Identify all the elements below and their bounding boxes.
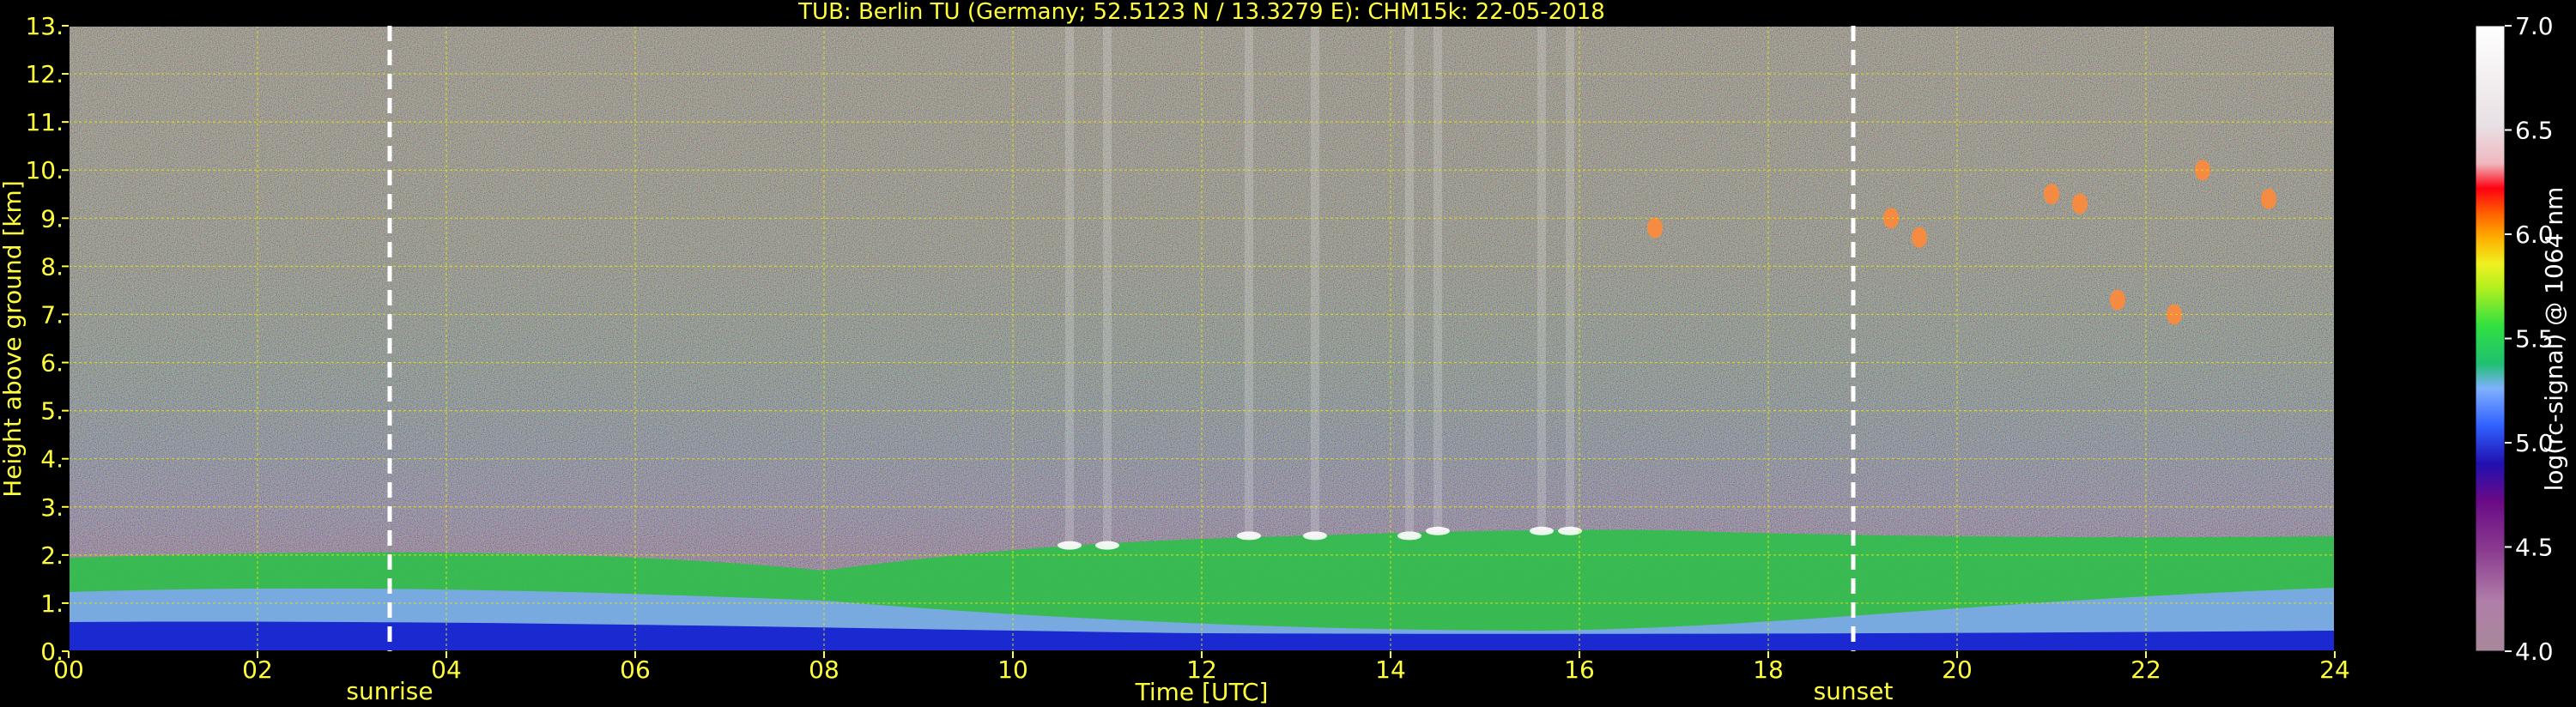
x-tick-label: 16	[1564, 656, 1595, 684]
y-tick-label: 9.	[40, 204, 64, 233]
colorbar-tick-label: 7.0	[2515, 12, 2554, 40]
y-tick-label: 13.	[25, 12, 64, 40]
colorbar-tick-label: 4.5	[2515, 534, 2554, 562]
y-tick-label: 12.	[25, 60, 64, 88]
y-tick-label: 11.	[25, 108, 64, 136]
x-tick-label: 10	[997, 656, 1028, 684]
y-tick-label: 0.	[40, 638, 64, 666]
cloud-column-mark	[1065, 26, 1074, 546]
y-tick-label: 10.	[25, 156, 64, 184]
cloud-event-mark	[2110, 289, 2125, 311]
x-tick-label: 06	[620, 656, 651, 684]
colorbar-tick-label: 6.5	[2515, 117, 2554, 145]
x-tick-label: 02	[242, 656, 273, 684]
cloud-column-mark	[1103, 26, 1112, 546]
cloud-event-mark	[2044, 184, 2059, 205]
colorbar-label: log(rc-signal) @ 1064 nm	[2540, 187, 2568, 492]
x-tick-label: 20	[1942, 656, 1973, 684]
x-axis-label: Time [UTC]	[1135, 678, 1269, 706]
colorbar	[2475, 25, 2506, 652]
x-tick-label: 22	[2131, 656, 2161, 684]
cloud-event-mark	[1883, 208, 1899, 229]
cloud-column-mark	[1433, 26, 1442, 531]
x-tick-label: 08	[809, 656, 839, 684]
x-tick-label: 18	[1753, 656, 1784, 684]
cloud-event-mark	[2261, 188, 2276, 209]
y-axis-label: Height above ground [km]	[0, 180, 27, 498]
y-tick-label: 5.	[40, 397, 64, 426]
y-tick-label: 2.	[40, 541, 64, 570]
cloud-column-mark	[1537, 26, 1546, 531]
cloud-event-mark	[1647, 217, 1663, 239]
cloud-event-mark	[2167, 304, 2182, 325]
x-tick-label: 04	[431, 656, 462, 684]
annotation-label-sunset: sunset	[1814, 677, 1894, 705]
cloud-event-mark	[1912, 227, 1927, 248]
y-tick-label: 4.	[40, 445, 64, 474]
ceilometer-chart: sunrise sunset 00 02 04 06 08 10 12 14 16 18 20 22 24…	[0, 0, 2568, 706]
y-tick-label: 6.	[40, 349, 64, 378]
x-tick-label: 24	[2319, 656, 2350, 684]
cloud-event-mark	[2072, 193, 2088, 215]
y-tick-label: 1.	[40, 589, 64, 618]
y-tick-label: 8.	[40, 252, 64, 281]
cloud-column-mark	[1566, 26, 1574, 531]
x-tick-label: 14	[1375, 656, 1406, 684]
y-tick-label: 3.	[40, 493, 64, 522]
y-tick-label: 7.	[40, 300, 64, 329]
colorbar-tick-label: 4.0	[2515, 638, 2554, 666]
chart-title: TUB: Berlin TU (Germany; 52.5123 N / 13.…	[797, 0, 1605, 25]
annotation-label-sunrise: sunrise	[346, 677, 433, 705]
